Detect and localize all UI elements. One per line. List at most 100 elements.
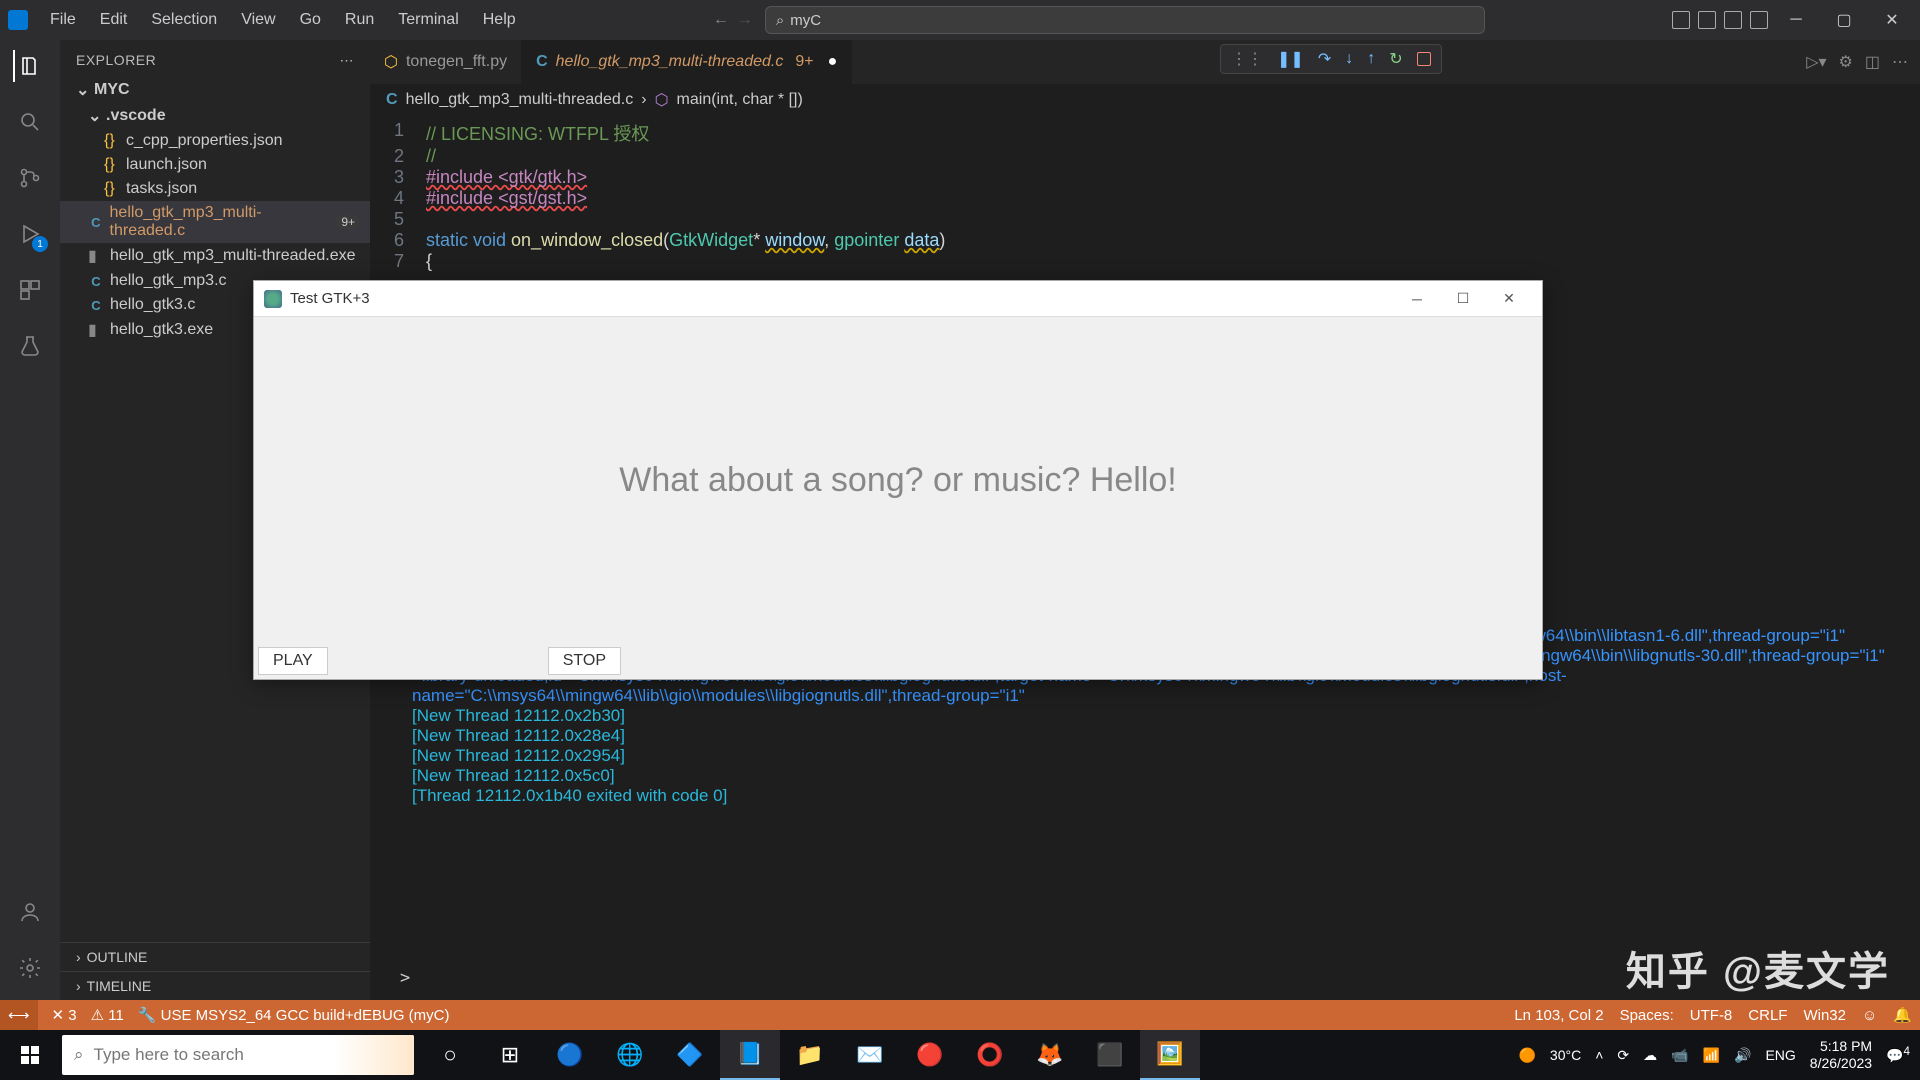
more-actions-icon[interactable]: ⋯ <box>1892 52 1908 72</box>
onedrive-icon[interactable]: ☁ <box>1643 1047 1657 1064</box>
cortana-icon[interactable]: ○ <box>420 1030 480 1080</box>
menu-go[interactable]: Go <box>290 7 331 33</box>
timeline-section[interactable]: ›TIMELINE <box>60 971 370 1000</box>
opera-gx-icon[interactable]: ⭕ <box>960 1030 1020 1080</box>
warnings-count[interactable]: ⚠ 11 <box>91 1006 124 1024</box>
source-control-icon[interactable] <box>14 162 46 194</box>
weather-icon[interactable]: 🟠 <box>1518 1047 1535 1064</box>
tray-expand-icon[interactable]: ˄ <box>1595 1047 1603 1063</box>
menu-run[interactable]: Run <box>335 7 384 33</box>
start-button[interactable] <box>0 1030 60 1080</box>
testing-icon[interactable] <box>14 330 46 362</box>
file-item[interactable]: Chello_gtk_mp3_multi-threaded.c9+ <box>60 201 370 243</box>
gtk-close-icon[interactable]: ✕ <box>1486 284 1532 314</box>
explorer-taskbar-icon[interactable]: 📁 <box>780 1030 840 1080</box>
run-debug-icon[interactable]: 1 <box>14 218 46 250</box>
line-ending[interactable]: CRLF <box>1748 1007 1787 1024</box>
language-mode[interactable]: Win32 <box>1803 1007 1846 1024</box>
file-item[interactable]: {}tasks.json <box>60 177 370 201</box>
explorer-icon[interactable] <box>13 50 45 82</box>
workspace-root[interactable]: ⌄MYC <box>60 77 370 103</box>
errors-count[interactable]: ✕ 3 <box>52 1006 77 1024</box>
c-file-icon: C <box>386 91 398 109</box>
stop-button[interactable]: STOP <box>548 647 621 675</box>
play-button[interactable]: PLAY <box>258 647 328 675</box>
menu-selection[interactable]: Selection <box>141 7 227 33</box>
terminal-taskbar-icon[interactable]: ⬛ <box>1080 1030 1140 1080</box>
weather-temp[interactable]: 30°C <box>1550 1047 1581 1063</box>
clock[interactable]: 5:18 PM 8/26/2023 <box>1810 1038 1872 1072</box>
file-item[interactable]: ▮hello_gtk_mp3_multi-threaded.exe <box>60 243 370 269</box>
layout-bottom-icon[interactable] <box>1698 11 1716 29</box>
nav-forward-icon[interactable]: → <box>737 11 753 29</box>
minimize-icon[interactable]: ─ <box>1776 5 1816 35</box>
opera-icon[interactable]: 🔴 <box>900 1030 960 1080</box>
folder-vscode[interactable]: ⌄.vscode <box>60 103 370 129</box>
breadcrumbs[interactable]: C hello_gtk_mp3_multi-threaded.c › ⬡ mai… <box>370 84 1920 116</box>
feedback-icon[interactable]: ☺ <box>1862 1007 1877 1024</box>
search-icon[interactable] <box>14 106 46 138</box>
tab[interactable]: ⬡tonegen_fft.py <box>370 40 522 84</box>
split-editor-icon[interactable]: ◫ <box>1865 52 1880 72</box>
command-center[interactable]: ⌕ myC <box>765 6 1485 34</box>
code-editor[interactable]: 1// LICENSING: WTFPL 授权2//3#include <gtk… <box>370 116 1920 276</box>
menu-bar: File Edit Selection View Go Run Terminal… <box>8 7 526 33</box>
nav-back-icon[interactable]: ← <box>713 11 729 29</box>
mail-icon[interactable]: ✉️ <box>840 1030 900 1080</box>
menu-edit[interactable]: Edit <box>90 7 138 33</box>
encoding[interactable]: UTF-8 <box>1690 1007 1733 1024</box>
titlebar: File Edit Selection View Go Run Terminal… <box>0 0 1920 40</box>
symbol-icon: ⬡ <box>655 90 669 110</box>
pause-icon[interactable]: ❚❚ <box>1277 49 1304 69</box>
step-out-icon[interactable]: ↑ <box>1367 50 1375 68</box>
remote-icon[interactable]: ⟷ <box>0 1000 38 1030</box>
chrome-icon[interactable]: 🔵 <box>540 1030 600 1080</box>
task-view-icon[interactable]: ⊞ <box>480 1030 540 1080</box>
tabs: ⬡tonegen_fft.py Chello_gtk_mp3_multi-thr… <box>370 40 1920 84</box>
extensions-icon[interactable] <box>14 274 46 306</box>
gtk-app-taskbar-icon[interactable]: 🖼️ <box>1140 1030 1200 1080</box>
wifi-icon[interactable]: 📶 <box>1703 1047 1720 1064</box>
drag-handle-icon[interactable]: ⋮⋮ <box>1231 49 1263 69</box>
accounts-icon[interactable] <box>14 896 46 928</box>
close-icon[interactable]: ✕ <box>1872 5 1912 35</box>
stop-icon[interactable] <box>1417 52 1431 66</box>
zoom-icon[interactable]: 🔷 <box>660 1030 720 1080</box>
step-over-icon[interactable]: ↷ <box>1318 49 1331 69</box>
indentation[interactable]: Spaces: <box>1620 1007 1674 1024</box>
menu-terminal[interactable]: Terminal <box>388 7 468 33</box>
menu-help[interactable]: Help <box>473 7 526 33</box>
layout-right-icon[interactable] <box>1724 11 1742 29</box>
notifications-icon[interactable]: 🔔 <box>1893 1006 1912 1024</box>
layout-customize-icon[interactable] <box>1750 11 1768 29</box>
gtk-minimize-icon[interactable]: ─ <box>1394 284 1440 314</box>
settings-gear-icon[interactable] <box>14 952 46 984</box>
explorer-title: EXPLORER <box>76 52 156 69</box>
layout-left-icon[interactable] <box>1672 11 1690 29</box>
firefox-icon[interactable]: 🦊 <box>1020 1030 1080 1080</box>
vscode-taskbar-icon[interactable]: 📘 <box>720 1030 780 1080</box>
menu-view[interactable]: View <box>231 7 285 33</box>
restart-icon[interactable]: ↻ <box>1389 49 1402 69</box>
sync-icon[interactable]: ⟳ <box>1617 1047 1629 1064</box>
cursor-position[interactable]: Ln 103, Col 2 <box>1514 1007 1603 1024</box>
settings-icon[interactable]: ⚙ <box>1839 52 1853 72</box>
maximize-icon[interactable]: ▢ <box>1824 5 1864 35</box>
step-into-icon[interactable]: ↓ <box>1345 50 1353 68</box>
tab[interactable]: Chello_gtk_mp3_multi-threaded.c9+● <box>522 40 852 84</box>
meet-now-icon[interactable]: 📹 <box>1671 1047 1688 1064</box>
file-item[interactable]: {}c_cpp_properties.json <box>60 129 370 153</box>
run-icon[interactable]: ▷▾ <box>1806 52 1826 72</box>
file-item[interactable]: {}launch.json <box>60 153 370 177</box>
menu-file[interactable]: File <box>40 7 86 33</box>
more-icon[interactable]: ⋯ <box>340 52 355 69</box>
windows-search[interactable]: ⌕ Type here to search <box>62 1035 414 1075</box>
language-indicator[interactable]: ENG <box>1765 1047 1795 1063</box>
build-task[interactable]: 🔧 USE MSYS2_64 GCC build+dEBUG (myC) <box>138 1006 450 1024</box>
edge-icon[interactable]: 🌐 <box>600 1030 660 1080</box>
outline-section[interactable]: ›OUTLINE <box>60 942 370 971</box>
terminal-prompt[interactable]: > <box>400 968 410 988</box>
volume-icon[interactable]: 🔊 <box>1734 1047 1751 1064</box>
gtk-maximize-icon[interactable]: ☐ <box>1440 284 1486 314</box>
notifications-tray-icon[interactable]: 💬4 <box>1886 1045 1910 1065</box>
